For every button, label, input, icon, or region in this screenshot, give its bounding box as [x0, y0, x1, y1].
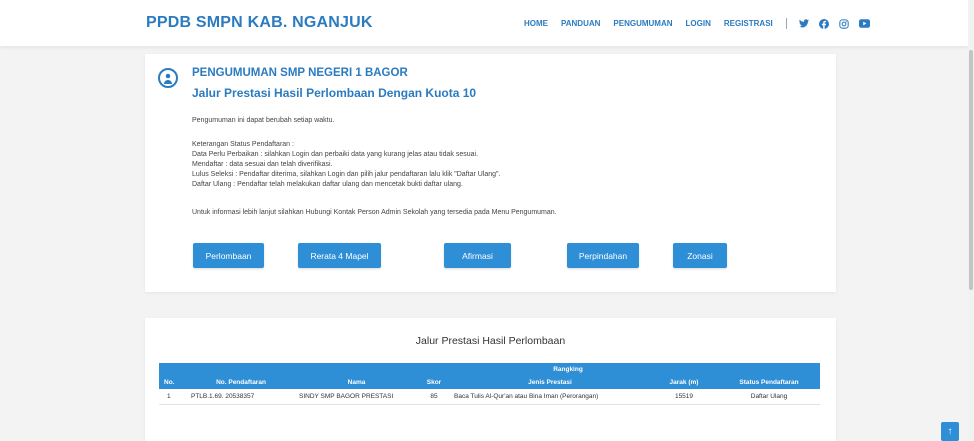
cell-skor: 85	[418, 389, 450, 405]
announcement-title: PENGUMUMAN SMP NEGERI 1 BAGOR	[192, 67, 408, 79]
header-no: No.	[159, 376, 187, 389]
results-card: Jalur Prestasi Hasil Perlombaan Rangking…	[145, 318, 836, 441]
table-title: Jalur Prestasi Hasil Perlombaan	[415, 335, 566, 347]
table-row: 1 PTLB.1.69. 20538357 SINDY SMP BAGOR PR…	[159, 389, 820, 405]
zonasi-button[interactable]: Zonasi	[673, 243, 727, 268]
nav-home[interactable]: HOME	[524, 19, 548, 28]
header-status: Status Pendaftaran	[718, 376, 820, 389]
header-rangking: Rangking	[418, 363, 718, 376]
info-icon	[158, 68, 178, 88]
header-nama: Nama	[295, 376, 418, 389]
header-jarak: Jarak (m)	[650, 376, 718, 389]
scrollbar-thumb[interactable]	[969, 50, 973, 290]
social-links	[798, 18, 870, 29]
status-line: Daftar Ulang : Pendaftar telah melakukan…	[192, 181, 463, 188]
afirmasi-button[interactable]: Afirmasi	[444, 243, 511, 268]
header-skor: Skor	[418, 376, 450, 389]
cell-jarak: 15519	[650, 389, 718, 405]
perpindahan-button[interactable]: Perpindahan	[567, 243, 639, 268]
instagram-icon[interactable]	[839, 18, 849, 29]
cell-no-pendaftaran: PTLB.1.69. 20538357	[187, 389, 295, 405]
results-table: Rangking No. No. Pendaftaran Nama Skor J…	[159, 363, 820, 405]
header-no-pendaftaran: No. Pendaftaran	[187, 376, 295, 389]
nav-registrasi[interactable]: REGISTRASI	[724, 19, 773, 28]
rerata-4-mapel-button[interactable]: Rerata 4 Mapel	[298, 243, 381, 268]
back-to-top-button[interactable]: ↑	[941, 422, 959, 441]
header-jenis-prestasi: Jenis Prestasi	[450, 376, 650, 389]
navbar: PPDB SMPN KAB. NGANJUK HOME PANDUAN PENG…	[0, 0, 968, 46]
youtube-icon[interactable]	[858, 19, 870, 28]
announcement-subtitle: Jalur Prestasi Hasil Perlombaan Dengan K…	[192, 86, 477, 100]
cell-nama: SINDY SMP BAGOR PRESTASI	[295, 389, 418, 405]
twitter-icon[interactable]	[798, 19, 809, 28]
cell-status: Daftar Ulang	[718, 389, 820, 405]
status-heading: Keterangan Status Pendaftaran :	[192, 141, 294, 148]
nav-panduan[interactable]: PANDUAN	[561, 19, 600, 28]
cell-no: 1	[159, 389, 187, 405]
status-line: Data Perlu Perbaikan : silahkan Login da…	[192, 151, 479, 158]
facebook-icon[interactable]	[818, 18, 829, 29]
main-nav: HOME PANDUAN PENGUMUMAN LOGIN REGISTRASI	[524, 18, 870, 29]
contact-text: Untuk informasi lebih lanjut silahkan Hu…	[192, 209, 557, 216]
arrow-up-icon: ↑	[947, 426, 953, 437]
status-line: Mendaftar : data sesuai dan telah diveri…	[192, 161, 333, 168]
nav-login[interactable]: LOGIN	[686, 19, 711, 28]
status-line: Lulus Seleksi : Pendaftar diterima, sila…	[192, 171, 501, 178]
brand-logo[interactable]: PPDB SMPN KAB. NGANJUK	[146, 14, 373, 32]
perlombaan-button[interactable]: Perlombaan	[193, 243, 264, 268]
nav-divider	[785, 18, 787, 29]
cell-jenis-prestasi: Baca Tulis Al-Qur'an atau Bina Iman (Per…	[450, 389, 650, 405]
announcement-card: PENGUMUMAN SMP NEGERI 1 BAGOR Jalur Pres…	[145, 54, 836, 292]
nav-pengumuman[interactable]: PENGUMUMAN	[613, 19, 672, 28]
notice-text: Pengumuman ini dapat berubah setiap wakt…	[192, 117, 335, 124]
